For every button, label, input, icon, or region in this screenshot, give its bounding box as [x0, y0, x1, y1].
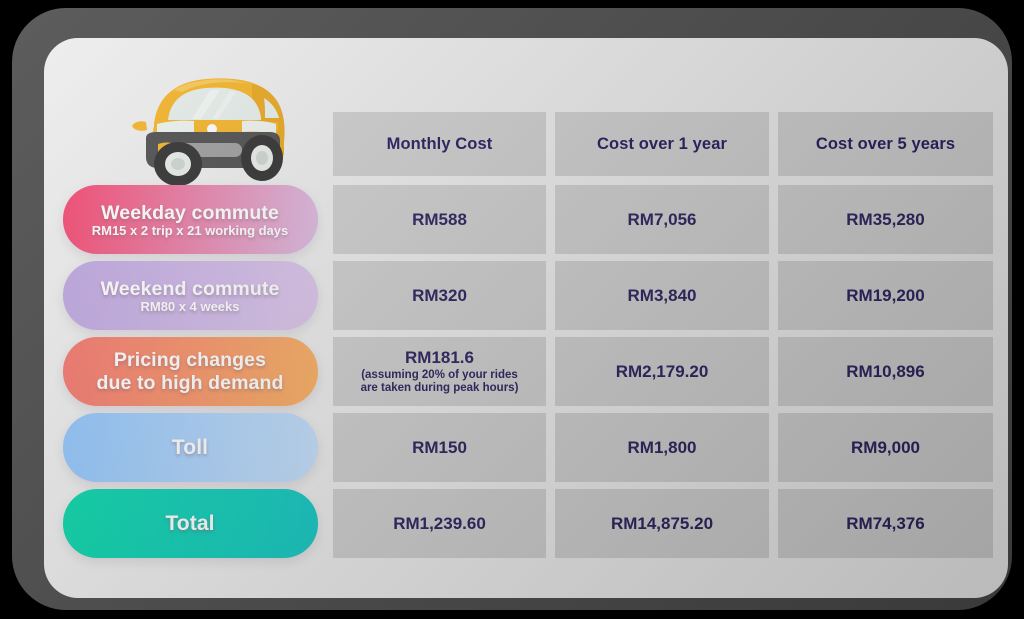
cell-value: RM181.6: [405, 348, 474, 367]
row-label-title: Weekday commute: [101, 201, 279, 224]
cell-cost-5-years: RM19,200: [778, 261, 993, 330]
row-label-pill-weekday-commute[interactable]: Weekday commute RM15 x 2 trip x 21 worki…: [62, 185, 318, 254]
cell-cost-1-year: RM1,800: [555, 413, 769, 482]
column-header-cost-1-year: Cost over 1 year: [555, 112, 769, 176]
cell-value: RM14,875.20: [610, 513, 714, 533]
cell-monthly-cost: RM1,239.60: [333, 489, 546, 558]
row-label-cell: Toll: [56, 413, 324, 482]
cell-cost-5-years: RM74,376: [778, 489, 993, 558]
cell-value: RM74,376: [846, 513, 925, 533]
cell-cost-5-years: RM9,000: [778, 413, 993, 482]
cell-value: RM3,840: [627, 285, 697, 305]
column-header-label: Cost over 1 year: [597, 134, 727, 153]
header-label-spacer: [56, 112, 324, 176]
row-label-subtitle: RM15 x 2 trip x 21 working days: [91, 222, 289, 238]
row-label-title: Total: [165, 511, 215, 535]
cell-value: RM19,200: [846, 285, 925, 305]
row-label-cell: Weekend commute RM80 x 4 weeks: [56, 261, 324, 330]
row-label-pill-weekend-commute[interactable]: Weekend commute RM80 x 4 weeks: [62, 261, 318, 330]
cell-value: RM2,179.20: [615, 361, 709, 381]
row-label-title: Toll: [171, 435, 209, 459]
cell-value: RM150: [412, 437, 467, 457]
screen: Monthly Cost Cost over 1 year Cost over …: [44, 38, 1008, 598]
cell-cost-1-year: RM7,056: [555, 185, 769, 254]
cell-cost-1-year: RM14,875.20: [555, 489, 769, 558]
cell-monthly-cost: RM150: [333, 413, 546, 482]
cell-cost-1-year: RM2,179.20: [555, 337, 769, 406]
row-label-cell: Total: [56, 489, 324, 558]
cell-cost-5-years: RM10,896: [778, 337, 993, 406]
device-frame: Monthly Cost Cost over 1 year Cost over …: [12, 8, 1012, 610]
table-row: Weekday commute RM15 x 2 trip x 21 worki…: [44, 185, 1008, 254]
column-header-label: Cost over 5 years: [815, 134, 956, 153]
cell-value: RM1,239.60: [393, 513, 486, 533]
cell-monthly-cost: RM588: [333, 185, 546, 254]
table-header-row: Monthly Cost Cost over 1 year Cost over …: [44, 112, 1008, 176]
row-label-pill-total[interactable]: Total: [62, 489, 318, 558]
cell-value: RM588: [412, 209, 467, 229]
table-row: Weekend commute RM80 x 4 weeks RM320 RM3…: [44, 261, 1008, 330]
row-label-title: Pricing changes due to high demand: [96, 348, 284, 394]
row-label-cell: Pricing changes due to high demand: [56, 337, 324, 406]
column-header-label: Monthly Cost: [386, 134, 493, 153]
column-header-cost-5-years: Cost over 5 years: [778, 112, 993, 176]
table-row: Toll RM150 RM1,800 RM9,000: [44, 413, 1008, 482]
cell-monthly-cost: RM320: [333, 261, 546, 330]
cell-value: RM35,280: [846, 209, 925, 229]
cell-monthly-cost: RM181.6 (assuming 20% of your rides are …: [333, 337, 546, 406]
row-label-title: Weekend commute: [100, 277, 280, 300]
cell-value: RM9,000: [851, 437, 920, 457]
cell-cost-1-year: RM3,840: [555, 261, 769, 330]
row-label-pill-pricing-changes[interactable]: Pricing changes due to high demand: [62, 337, 318, 406]
row-label-cell: Weekday commute RM15 x 2 trip x 21 worki…: [56, 185, 324, 254]
column-header-monthly-cost: Monthly Cost: [333, 112, 546, 176]
cost-comparison-table: Monthly Cost Cost over 1 year Cost over …: [44, 38, 1008, 598]
cell-value: RM1,800: [627, 437, 697, 457]
row-label-pill-toll[interactable]: Toll: [62, 413, 318, 482]
cell-value: RM10,896: [846, 361, 925, 381]
cell-note: (assuming 20% of your rides are taken du…: [360, 369, 519, 394]
table-row: Pricing changes due to high demand RM181…: [44, 337, 1008, 406]
cell-cost-5-years: RM35,280: [778, 185, 993, 254]
cell-value: RM320: [412, 285, 467, 305]
table-row: Total RM1,239.60 RM14,875.20 RM74,376: [44, 489, 1008, 558]
row-label-subtitle: RM80 x 4 weeks: [140, 298, 240, 314]
cell-value: RM7,056: [627, 209, 697, 229]
